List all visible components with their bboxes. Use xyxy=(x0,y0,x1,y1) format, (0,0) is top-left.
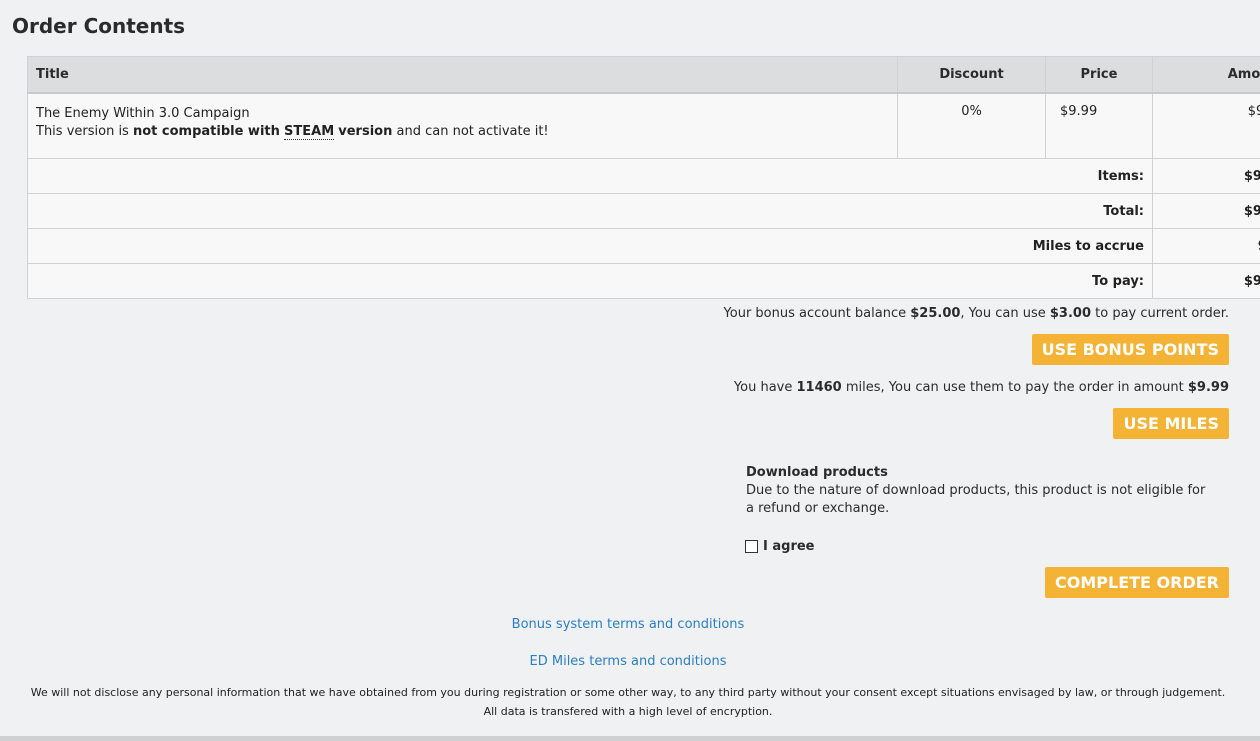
page-title: Order Contents xyxy=(12,14,186,38)
bottom-divider xyxy=(0,736,1260,741)
table-row: The Enemy Within 3.0 Campaign This versi… xyxy=(27,92,1260,159)
miles-text-2: miles, You can use them to pay the order… xyxy=(845,380,1184,395)
summary-row-miles: Miles to accrue 990 xyxy=(27,228,1260,264)
order-table: Title Discount Price Amount The Enemy Wi… xyxy=(27,56,1260,299)
agree-label: I agree xyxy=(763,539,815,554)
use-bonus-points-button[interactable]: USE BONUS POINTS xyxy=(1031,334,1229,365)
summary-value: $9.99 xyxy=(1152,158,1260,194)
agree-checkbox-label[interactable]: I agree xyxy=(745,539,815,554)
miles-balance-text: You have 11460 miles, You can use them t… xyxy=(734,380,1229,395)
summary-value: $9.99 xyxy=(1152,263,1260,299)
header-title: Title xyxy=(27,56,898,94)
note-version: version xyxy=(338,124,393,139)
summary-row-to-pay: To pay: $9.99 xyxy=(27,263,1260,299)
note-bold: not compatible with xyxy=(132,124,280,139)
item-discount: 0% xyxy=(897,92,1046,159)
summary-label: Miles to accrue xyxy=(27,228,1153,264)
summary-value: 990 xyxy=(1152,228,1260,264)
bonus-text-3: to pay current order. xyxy=(1095,306,1229,321)
bonus-terms-link[interactable]: Bonus system terms and conditions xyxy=(0,617,1256,632)
privacy-note: We will not disclose any personal inform… xyxy=(30,686,1226,718)
summary-label: Items: xyxy=(27,158,1153,194)
header-amount: Amount xyxy=(1152,56,1260,94)
header-discount: Discount xyxy=(897,56,1046,94)
bonus-balance-text: Your bonus account balance $25.00, You c… xyxy=(724,306,1229,321)
miles-amount: $9.99 xyxy=(1187,380,1229,395)
item-amount: $9.99 xyxy=(1152,92,1260,159)
note-suffix: and can not activate it! xyxy=(396,124,549,139)
bonus-usable: $3.00 xyxy=(1049,306,1091,321)
miles-terms-link[interactable]: ED Miles terms and conditions xyxy=(0,654,1256,669)
bonus-text-2: , You can use xyxy=(960,306,1046,321)
use-miles-button[interactable]: USE MILES xyxy=(1113,408,1229,439)
miles-text-1: You have xyxy=(733,380,793,395)
download-products-notice: Download products Due to the nature of d… xyxy=(746,464,1216,518)
item-price: $9.99 xyxy=(1045,92,1153,159)
item-title-cell: The Enemy Within 3.0 Campaign This versi… xyxy=(27,92,898,159)
summary-label: To pay: xyxy=(27,263,1153,299)
item-name: The Enemy Within 3.0 Campaign xyxy=(36,106,250,121)
summary-value: $9.99 xyxy=(1152,193,1260,229)
item-compatibility-note: This version is not compatible with STEA… xyxy=(36,123,889,141)
miles-count: 11460 xyxy=(796,380,842,395)
bonus-balance: $25.00 xyxy=(910,306,961,321)
download-title: Download products xyxy=(746,465,888,480)
complete-order-button[interactable]: COMPLETE ORDER xyxy=(1045,567,1229,598)
summary-row-items: Items: $9.99 xyxy=(27,158,1260,194)
summary-row-total: Total: $9.99 xyxy=(27,193,1260,229)
summary-label: Total: xyxy=(27,193,1153,229)
table-header-row: Title Discount Price Amount xyxy=(27,56,1260,94)
agree-checkbox[interactable] xyxy=(745,540,758,553)
header-price: Price xyxy=(1045,56,1153,94)
download-text: Due to the nature of download products, … xyxy=(746,483,1206,516)
note-prefix: This version is xyxy=(36,124,129,139)
bonus-text-1: Your bonus account balance xyxy=(723,306,907,321)
steam-abbr: STEAM xyxy=(284,124,335,140)
